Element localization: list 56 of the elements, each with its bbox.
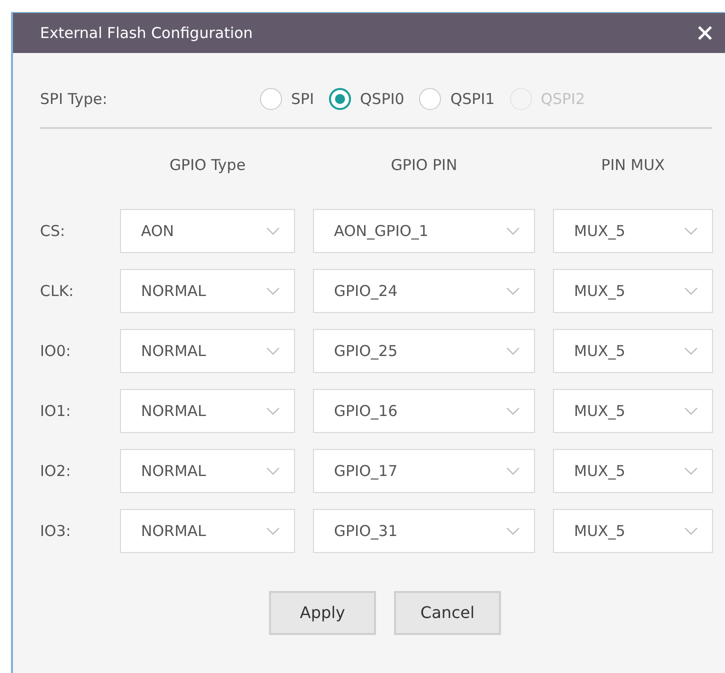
dropdown[interactable]: MUX_5	[553, 449, 713, 493]
dropdown[interactable]: NORMAL	[120, 449, 295, 493]
chevron-icon	[266, 467, 280, 475]
chevron-icon	[506, 347, 520, 355]
dropdown[interactable]: MUX_5	[553, 269, 713, 313]
dropdown[interactable]: MUX_5	[553, 509, 713, 553]
close-icon[interactable]	[697, 25, 713, 41]
chevron-icon	[266, 527, 280, 535]
row-label: IO0:	[40, 340, 72, 362]
dropdown[interactable]: AON_GPIO_1	[313, 209, 535, 253]
dialog-title: External Flash Configuration	[40, 22, 253, 44]
chevron-icon	[684, 227, 698, 235]
dropdown[interactable]: GPIO_25	[313, 329, 535, 373]
row-label: CLK:	[40, 280, 75, 302]
chevron-icon	[266, 287, 280, 295]
column-header: GPIO Type	[168, 154, 247, 176]
row-label: CS:	[40, 220, 66, 242]
radio-label[interactable]: QSPI0	[360, 88, 404, 110]
dropdown[interactable]: NORMAL	[120, 509, 295, 553]
radio-label[interactable]: QSPI1	[450, 88, 495, 110]
radio-label[interactable]: SPI	[291, 88, 314, 110]
radio-button[interactable]	[419, 88, 442, 110]
chevron-icon	[684, 287, 698, 295]
radio-button[interactable]	[329, 88, 351, 110]
dropdown[interactable]: GPIO_17	[313, 449, 535, 493]
chevron-icon	[506, 467, 520, 475]
dropdown[interactable]: MUX_5	[553, 389, 713, 433]
dropdown[interactable]: NORMAL	[120, 269, 295, 313]
chevron-icon	[684, 347, 698, 355]
row-label: IO3:	[40, 520, 72, 542]
chevron-icon	[506, 527, 520, 535]
dialog-button[interactable]: Cancel	[394, 591, 501, 635]
chevron-icon	[506, 407, 520, 415]
chevron-icon	[266, 227, 280, 235]
dialog-button[interactable]: Apply	[269, 591, 376, 635]
chevron-icon	[266, 407, 280, 415]
field-label: SPI Type:	[40, 88, 108, 110]
chevron-icon	[506, 287, 520, 295]
dropdown[interactable]: GPIO_24	[313, 269, 535, 313]
dropdown[interactable]: GPIO_31	[313, 509, 535, 553]
dropdown[interactable]: MUX_5	[553, 209, 713, 253]
chevron-icon	[506, 227, 520, 235]
dropdown[interactable]: NORMAL	[120, 329, 295, 373]
dropdown[interactable]: AON	[120, 209, 295, 253]
chevron-icon	[266, 347, 280, 355]
chevron-icon	[684, 407, 698, 415]
dropdown[interactable]: GPIO_16	[313, 389, 535, 433]
dropdown[interactable]: NORMAL	[120, 389, 295, 433]
radio-button[interactable]	[260, 88, 282, 110]
chevron-icon	[684, 467, 698, 475]
column-header: PIN MUX	[600, 154, 666, 176]
row-label: IO1:	[40, 400, 72, 422]
chevron-icon	[684, 527, 698, 535]
column-header: GPIO PIN	[390, 154, 458, 176]
row-label: IO2:	[40, 460, 72, 482]
dropdown[interactable]: MUX_5	[553, 329, 713, 373]
